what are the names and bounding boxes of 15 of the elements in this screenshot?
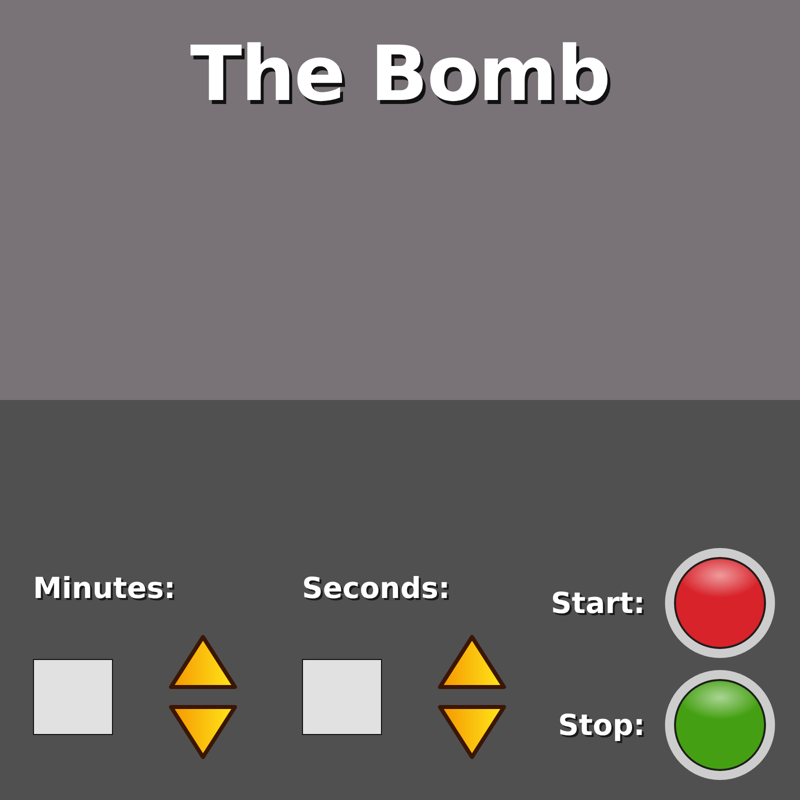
button-label: Start: bbox=[550, 585, 645, 621]
button-label: Stop: bbox=[558, 707, 645, 743]
up-triangle-icon bbox=[168, 634, 238, 690]
increase-button[interactable] bbox=[437, 634, 507, 690]
down-triangle-icon bbox=[168, 704, 238, 760]
page-title: The Bomb bbox=[190, 36, 610, 112]
timer-label: Minutes: bbox=[33, 570, 176, 606]
timer-label: Seconds: bbox=[302, 570, 450, 606]
decrease-button[interactable] bbox=[168, 704, 238, 760]
up-triangle-icon bbox=[437, 634, 507, 690]
time-input-field[interactable] bbox=[33, 659, 113, 735]
time-input-field[interactable] bbox=[302, 659, 382, 735]
down-triangle-icon bbox=[437, 704, 507, 760]
increase-button[interactable] bbox=[168, 634, 238, 690]
decrease-button[interactable] bbox=[437, 704, 507, 760]
